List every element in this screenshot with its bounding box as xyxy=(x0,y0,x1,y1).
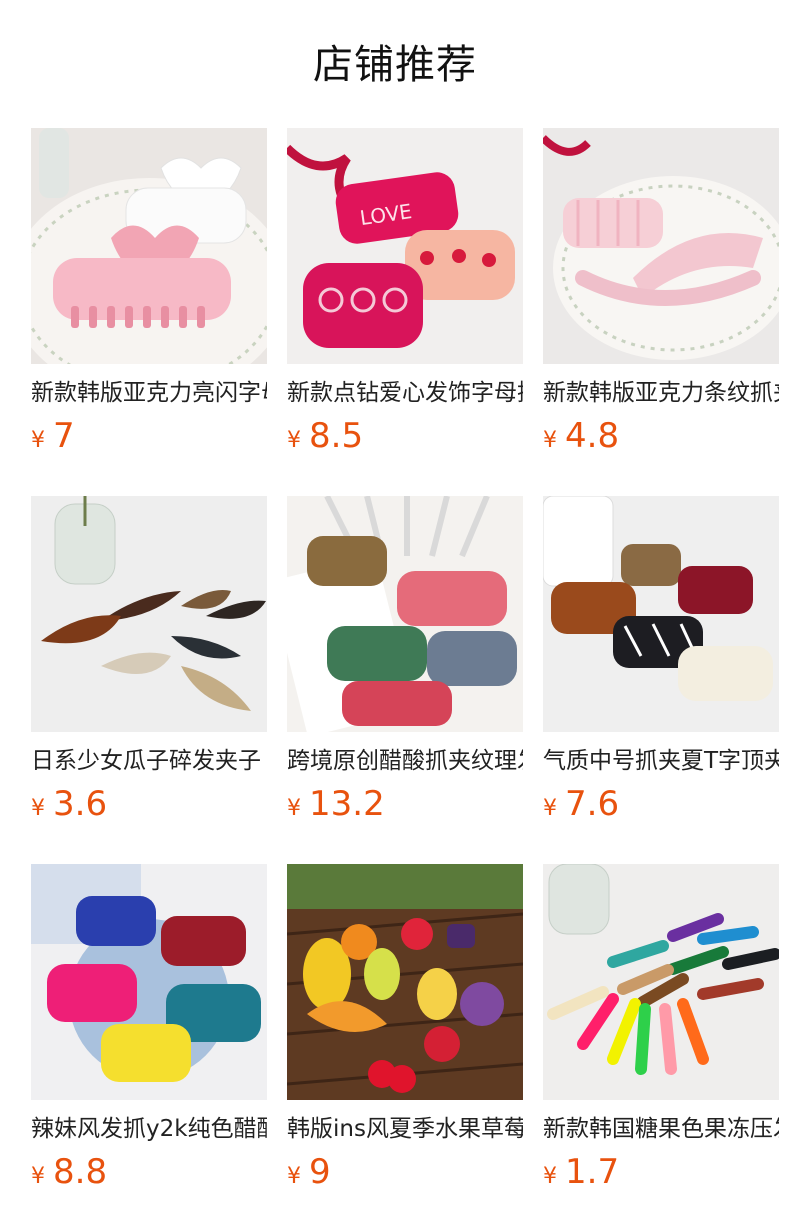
product-image[interactable] xyxy=(543,496,779,732)
product-card[interactable]: LOVE 新款点钻爱心发饰字母抓夹 ¥8.5 xyxy=(287,128,523,468)
price-amount: 7.6 xyxy=(565,784,620,824)
product-name[interactable]: 韩版ins风夏季水果草莓发夹 xyxy=(287,1112,523,1146)
product-card[interactable]: 新款韩版亚克力亮闪字母大号抓夹 ¥7 xyxy=(31,128,267,468)
product-price: ¥3.6 xyxy=(31,782,107,826)
price-amount: 13.2 xyxy=(309,784,385,824)
product-price: ¥7.6 xyxy=(543,782,619,826)
product-image[interactable] xyxy=(287,496,523,732)
currency-symbol: ¥ xyxy=(31,796,45,821)
product-price: ¥1.7 xyxy=(543,1150,619,1194)
product-name[interactable]: 日系少女瓜子碎发夹子 xyxy=(31,744,267,778)
product-price: ¥13.2 xyxy=(287,782,385,826)
product-card[interactable]: 新款韩国糖果色果冻压发夹 ¥1.7 xyxy=(543,864,779,1204)
store-recommendation-page: 店铺推荐 新款韩版亚克力亮闪字 ¥ 7 LOVE 新款点钻爱心发饰字母 ¥ 8.… xyxy=(0,0,790,1232)
product-card[interactable]: 新款韩版亚克力条纹抓夹 ¥4.8 xyxy=(543,128,779,468)
price-amount: 9 xyxy=(309,1152,331,1192)
product-image[interactable] xyxy=(31,128,267,364)
currency-symbol: ¥ xyxy=(543,796,557,821)
product-name[interactable]: 辣妹风发抓y2k纯色醋酸抓夹 xyxy=(31,1112,267,1146)
currency-symbol: ¥ xyxy=(31,1164,45,1189)
product-price: ¥8.5 xyxy=(287,414,363,458)
currency-symbol: ¥ xyxy=(543,428,557,453)
product-image[interactable] xyxy=(543,128,779,364)
product-name[interactable]: 气质中号抓夹夏T字顶夹 xyxy=(543,744,779,778)
product-price: ¥8.8 xyxy=(31,1150,107,1194)
currency-symbol: ¥ xyxy=(543,1164,557,1189)
price-amount: 7 xyxy=(53,416,75,456)
product-card[interactable]: 跨境原创醋酸抓夹纹理发夹 ¥13.2 xyxy=(287,496,523,836)
product-image[interactable] xyxy=(31,496,267,732)
product-image[interactable] xyxy=(287,864,523,1100)
currency-symbol: ¥ xyxy=(287,1164,301,1189)
product-price: ¥9 xyxy=(287,1150,331,1194)
product-card[interactable]: 气质中号抓夹夏T字顶夹 ¥7.6 xyxy=(543,496,779,836)
price-amount: 3.6 xyxy=(53,784,108,824)
currency-symbol: ¥ xyxy=(287,796,301,821)
product-name[interactable]: 新款韩版亚克力亮闪字母大号抓夹 xyxy=(31,376,267,410)
currency-symbol: ¥ xyxy=(31,428,45,453)
product-image[interactable] xyxy=(31,864,267,1100)
page-title: 店铺推荐 xyxy=(313,42,477,88)
product-name[interactable]: 跨境原创醋酸抓夹纹理发夹 xyxy=(287,744,523,778)
price-amount: 8.8 xyxy=(53,1152,108,1192)
price-amount: 4.8 xyxy=(565,416,620,456)
product-price: ¥4.8 xyxy=(543,414,619,458)
price-amount: 1.7 xyxy=(565,1152,620,1192)
product-name[interactable]: 新款韩国糖果色果冻压发夹 xyxy=(543,1112,779,1146)
price-amount: 8.5 xyxy=(309,416,364,456)
product-name[interactable]: 新款韩版亚克力条纹抓夹 xyxy=(543,376,779,410)
product-card[interactable]: 韩版ins风夏季水果草莓发夹 ¥9 xyxy=(287,864,523,1204)
product-card[interactable]: 日系少女瓜子碎发夹子 ¥3.6 xyxy=(31,496,267,836)
product-name[interactable]: 新款点钻爱心发饰字母抓夹 xyxy=(287,376,523,410)
currency-symbol: ¥ xyxy=(287,428,301,453)
product-image[interactable]: LOVE xyxy=(287,128,523,364)
product-image[interactable] xyxy=(543,864,779,1100)
product-price: ¥7 xyxy=(31,414,75,458)
product-card[interactable]: 辣妹风发抓y2k纯色醋酸抓夹 ¥8.8 xyxy=(31,864,267,1204)
